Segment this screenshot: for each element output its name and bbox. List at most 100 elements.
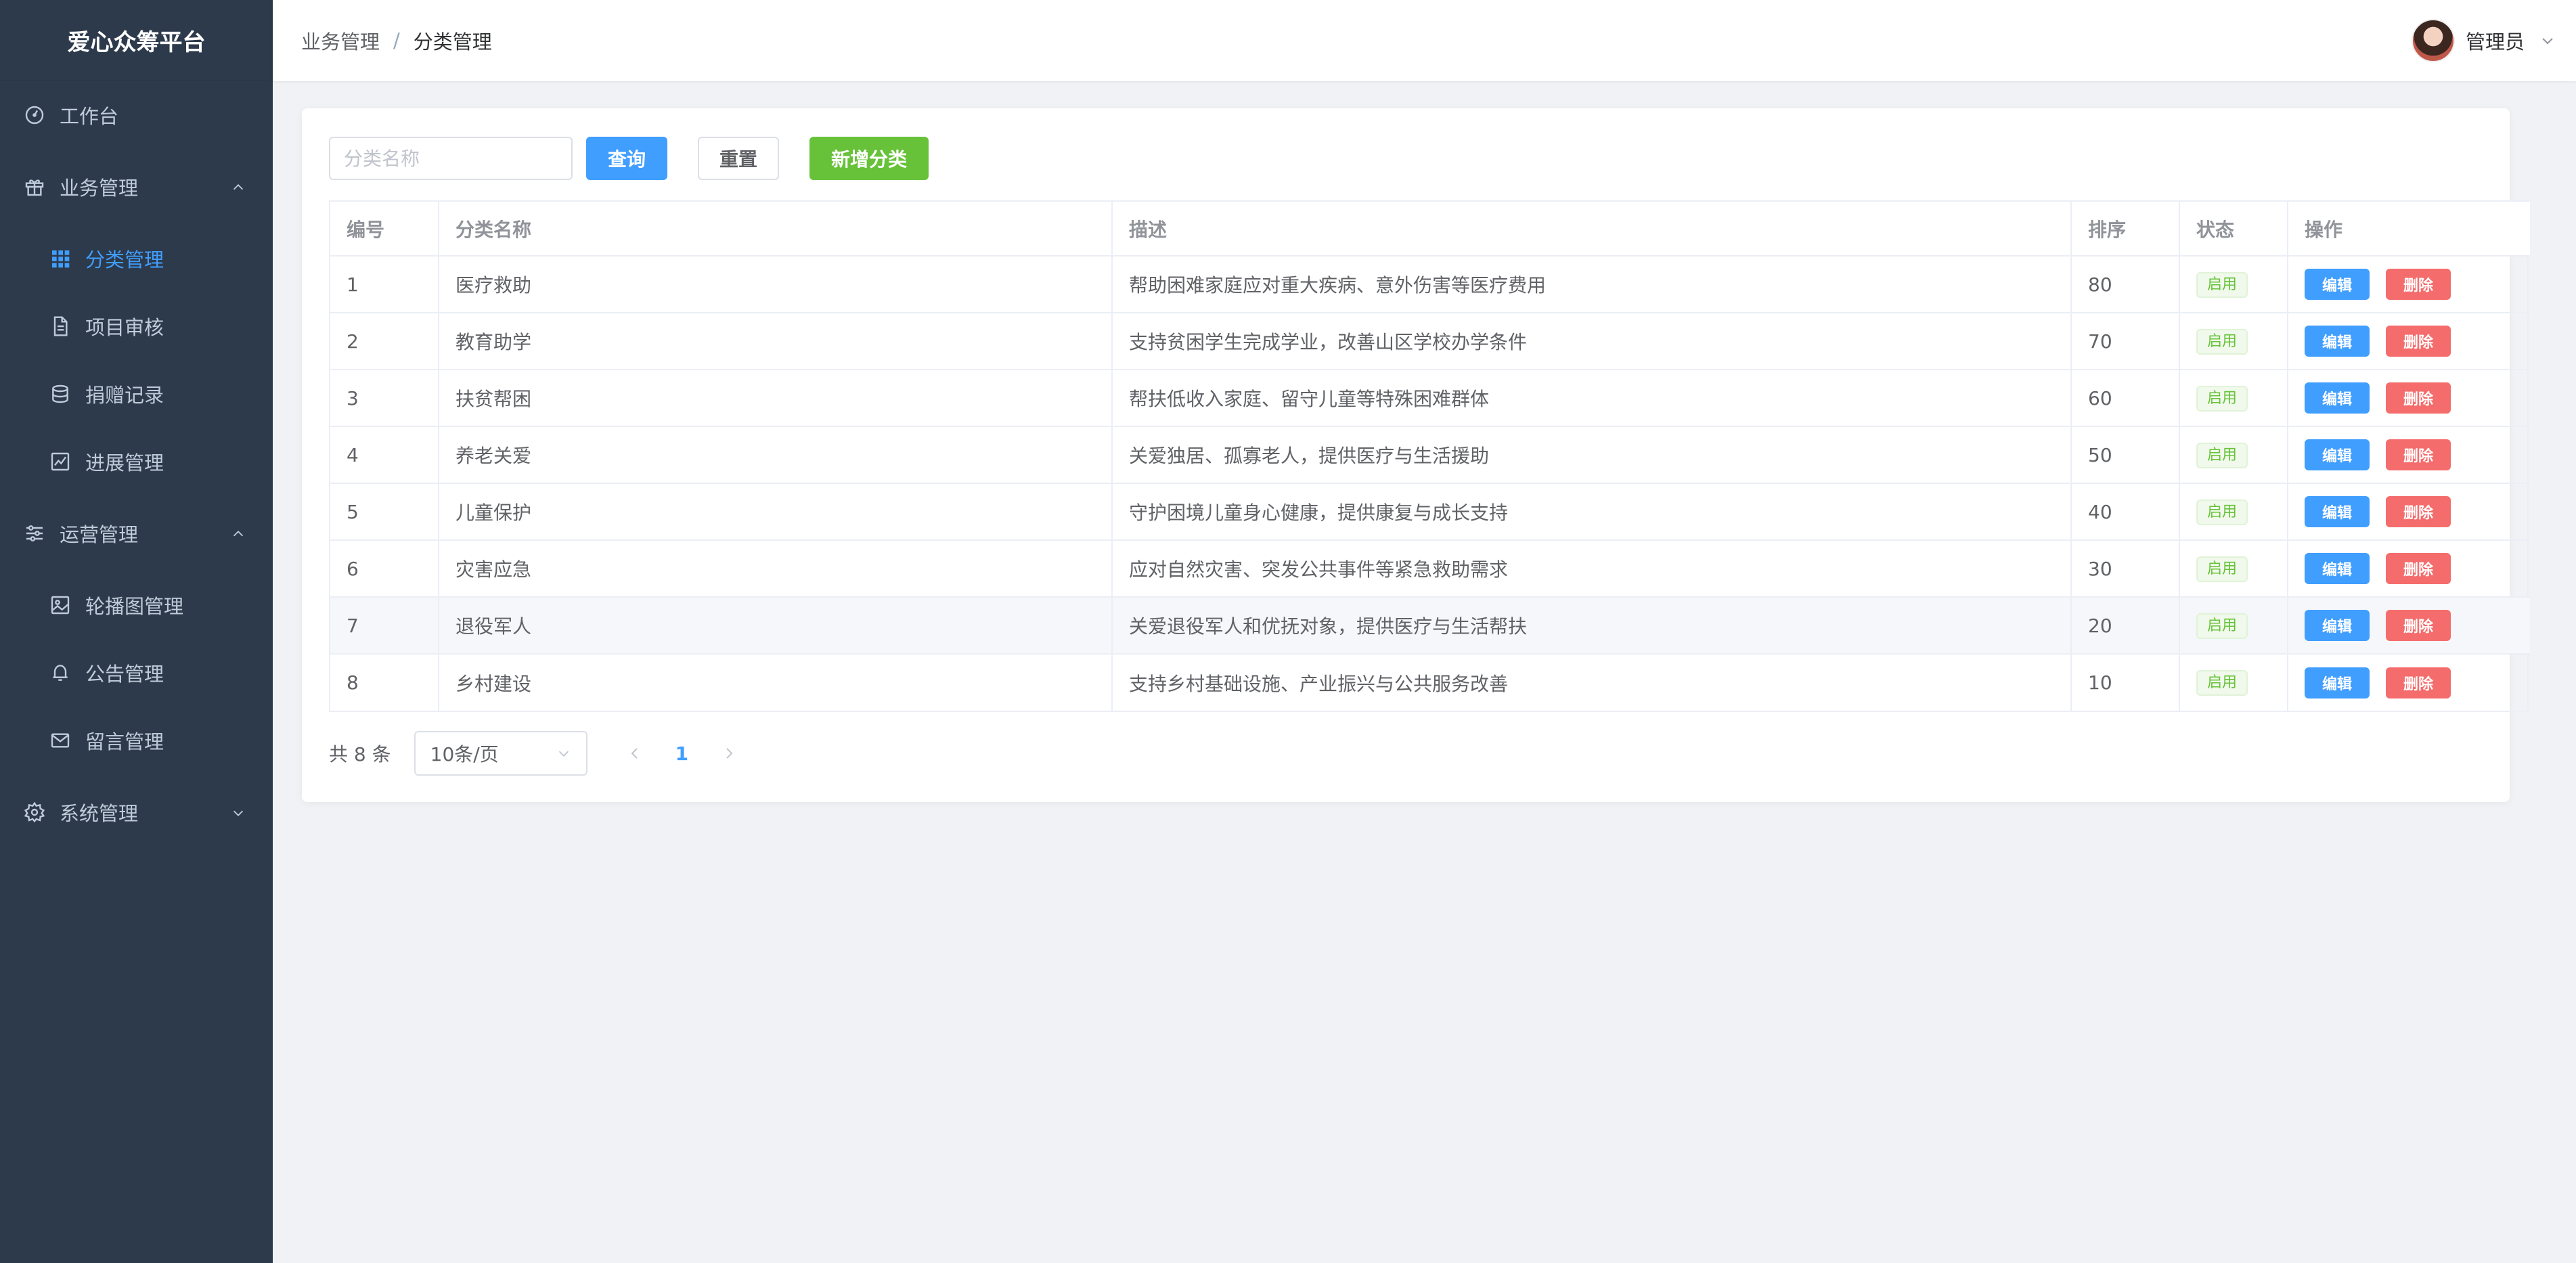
sidebar-item-label: 捐赠记录: [85, 384, 164, 407]
sidebar-item-label: 留言管理: [85, 730, 164, 753]
cell-name: 灾害应急: [439, 540, 1113, 598]
avatar[interactable]: [2411, 19, 2455, 62]
cell-status: 启用: [2179, 370, 2288, 427]
sidebar-item-label: 分类管理: [85, 248, 164, 271]
delete-button[interactable]: 删除: [2386, 667, 2451, 699]
sidebar-group-system[interactable]: 系统管理: [0, 774, 273, 850]
page-size-select[interactable]: 10条/页: [414, 731, 587, 776]
sidebar-group-operations[interactable]: 运营管理: [0, 495, 273, 571]
top-header: 业务管理 / 分类管理 管理员: [273, 0, 2576, 81]
sidebar-item-dashboard[interactable]: 工作台: [0, 81, 273, 149]
user-name[interactable]: 管理员: [2466, 26, 2525, 55]
cell-description: 帮扶低收入家庭、留守儿童等特殊困难群体: [1112, 370, 2072, 427]
cell-description: 关爱独居、孤寡老人，提供医疗与生活援助: [1112, 426, 2072, 484]
reset-button[interactable]: 重置: [698, 137, 779, 180]
status-badge: 启用: [2196, 385, 2248, 412]
delete-button[interactable]: 删除: [2386, 610, 2451, 641]
prev-page-button[interactable]: [621, 740, 648, 767]
sidebar-item-label: 进展管理: [85, 451, 164, 474]
cell-name: 退役军人: [439, 597, 1113, 655]
sidebar-item-progress[interactable]: 进展管理: [0, 428, 273, 495]
chevron-down-icon[interactable]: [2539, 32, 2556, 49]
cell-id: 2: [330, 313, 439, 370]
sidebar-group-business[interactable]: 业务管理: [0, 149, 273, 225]
table-row: 5 儿童保护 守护困境儿童身心健康，提供康复与成长支持 40 启用 编辑 删除: [330, 483, 2530, 541]
sidebar-item-label: 项目审核: [85, 316, 164, 339]
edit-button[interactable]: 编辑: [2305, 610, 2370, 641]
table-row: 7 退役军人 关爱退役军人和优抚对象，提供医疗与生活帮扶 20 启用 编辑 删除: [330, 597, 2530, 655]
status-badge: 启用: [2196, 613, 2248, 639]
sidebar-item-category[interactable]: 分类管理: [0, 225, 273, 292]
next-page-button[interactable]: [715, 740, 742, 767]
column-header-status: 状态: [2179, 202, 2288, 257]
table-header-row: 编号 分类名称 描述 排序 状态 操作: [330, 202, 2530, 257]
cell-name: 养老关爱: [439, 426, 1113, 484]
table-row: 8 乡村建设 支持乡村基础设施、产业振兴与公共服务改善 10 启用 编辑 删除: [330, 654, 2530, 711]
dashboard-icon: [23, 104, 46, 127]
edit-button[interactable]: 编辑: [2305, 269, 2370, 300]
status-badge: 启用: [2196, 670, 2248, 696]
column-header-actions: 操作: [2288, 202, 2530, 257]
chevron-down-icon: [233, 810, 244, 816]
cell-sort: 70: [2071, 313, 2180, 370]
delete-button[interactable]: 删除: [2386, 326, 2451, 357]
sidebar-item-messages[interactable]: 留言管理: [0, 707, 273, 774]
delete-button[interactable]: 删除: [2386, 553, 2451, 584]
status-badge: 启用: [2196, 442, 2248, 468]
edit-button[interactable]: 编辑: [2305, 326, 2370, 357]
cell-status: 启用: [2179, 426, 2288, 484]
breadcrumb: 业务管理 / 分类管理: [301, 26, 492, 55]
edit-button[interactable]: 编辑: [2305, 439, 2370, 470]
cell-actions: 编辑 删除: [2288, 597, 2530, 655]
sidebar-item-label: 业务管理: [60, 177, 139, 200]
cell-name: 教育助学: [439, 313, 1113, 370]
delete-button[interactable]: 删除: [2386, 496, 2451, 527]
chart-icon: [49, 450, 72, 473]
cell-description: 帮助困难家庭应对重大疾病、意外伤害等医疗费用: [1112, 256, 2072, 313]
cell-status: 启用: [2179, 483, 2288, 541]
cell-id: 5: [330, 483, 439, 541]
edit-button[interactable]: 编辑: [2305, 496, 2370, 527]
edit-button[interactable]: 编辑: [2305, 382, 2370, 414]
sidebar-item-carousel[interactable]: 轮播图管理: [0, 571, 273, 639]
status-badge: 启用: [2196, 499, 2248, 525]
cell-status: 启用: [2179, 597, 2288, 655]
add-category-button[interactable]: 新增分类: [809, 137, 929, 180]
cell-id: 6: [330, 540, 439, 598]
user-menu[interactable]: 管理员: [2411, 0, 2556, 81]
delete-button[interactable]: 删除: [2386, 439, 2451, 470]
cell-description: 关爱退役军人和优抚对象，提供医疗与生活帮扶: [1112, 597, 2072, 655]
gift-icon: [23, 175, 46, 198]
edit-button[interactable]: 编辑: [2305, 553, 2370, 584]
status-badge: 启用: [2196, 328, 2248, 355]
app-logo-title: 爱心众筹平台: [0, 0, 273, 81]
delete-button[interactable]: 删除: [2386, 382, 2451, 414]
cell-sort: 50: [2071, 426, 2180, 484]
page-number-current[interactable]: 1: [675, 743, 688, 765]
sidebar-item-announcements[interactable]: 公告管理: [0, 639, 273, 707]
cell-name: 扶贫帮困: [439, 370, 1113, 427]
chevron-up-icon: [233, 184, 244, 190]
category-name-input[interactable]: [329, 137, 573, 180]
sidebar-item-project-review[interactable]: 项目审核: [0, 292, 273, 360]
cell-actions: 编辑 删除: [2288, 483, 2530, 541]
breadcrumb-item-category: 分类管理: [413, 30, 492, 53]
delete-button[interactable]: 删除: [2386, 269, 2451, 300]
query-button[interactable]: 查询: [586, 137, 667, 180]
column-header-id: 编号: [330, 202, 439, 257]
chevron-right-icon: [726, 748, 733, 759]
cell-id: 8: [330, 654, 439, 711]
cell-status: 启用: [2179, 256, 2288, 313]
table-row: 2 教育助学 支持贫困学生完成学业，改善山区学校办学条件 70 启用 编辑 删除: [330, 313, 2530, 370]
cell-name: 乡村建设: [439, 654, 1113, 711]
picture-icon: [49, 594, 72, 617]
cell-actions: 编辑 删除: [2288, 540, 2530, 598]
document-icon: [49, 315, 72, 338]
sidebar-item-donation-records[interactable]: 捐赠记录: [0, 360, 273, 428]
breadcrumb-item-business[interactable]: 业务管理: [301, 26, 380, 55]
cell-sort: 80: [2071, 256, 2180, 313]
edit-button[interactable]: 编辑: [2305, 667, 2370, 699]
table-row: 6 灾害应急 应对自然灾害、突发公共事件等紧急救助需求 30 启用 编辑 删除: [330, 540, 2530, 598]
chevron-down-icon: [558, 751, 569, 757]
table-row: 4 养老关爱 关爱独居、孤寡老人，提供医疗与生活援助 50 启用 编辑 删除: [330, 426, 2530, 484]
